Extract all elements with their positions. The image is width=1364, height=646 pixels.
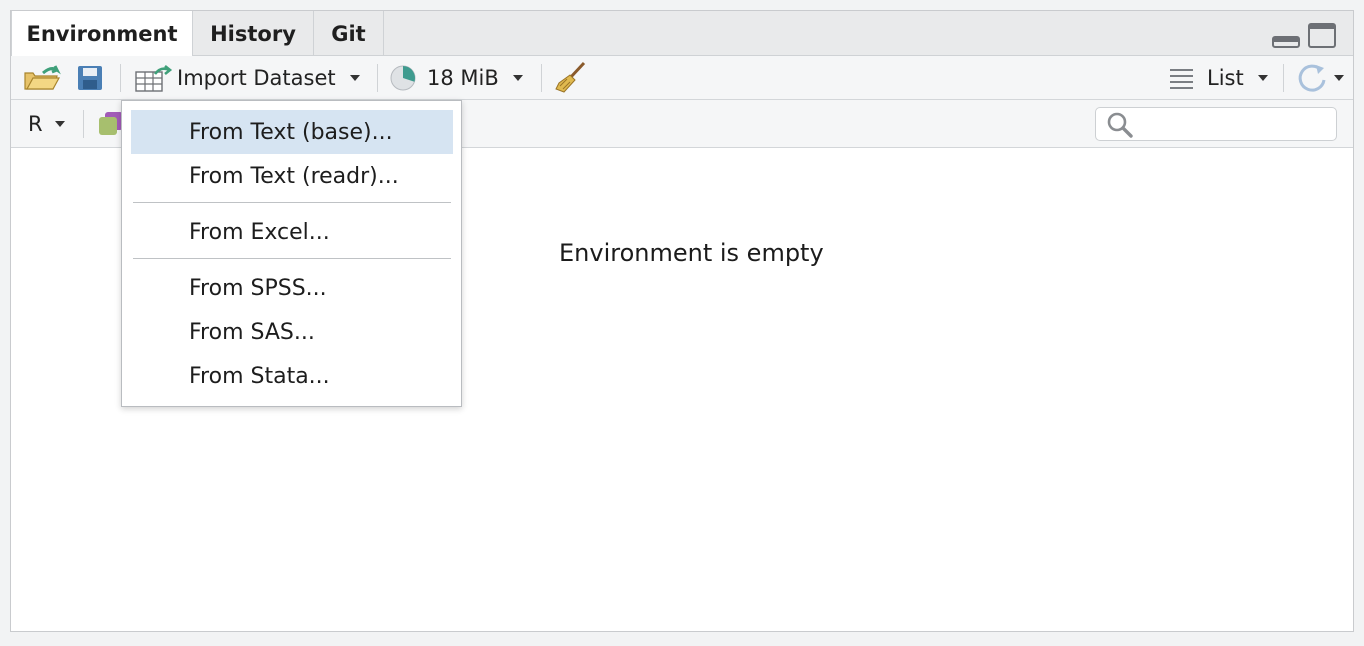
save-icon bbox=[78, 66, 102, 90]
import-dataset-menu: From Text (base)... From Text (readr)...… bbox=[121, 100, 462, 407]
minimize-pane-button[interactable] bbox=[1272, 23, 1300, 53]
tab-git[interactable]: Git bbox=[314, 11, 384, 56]
toolbar-separator bbox=[1283, 64, 1284, 92]
menu-item-from-spss[interactable]: From SPSS... bbox=[131, 266, 453, 310]
chevron-down-icon bbox=[1334, 75, 1344, 81]
import-dataset-label: Import Dataset bbox=[177, 66, 336, 90]
menu-item-label: From SPSS... bbox=[189, 275, 327, 301]
toolbar-separator bbox=[377, 64, 378, 92]
tab-bar: Environment History Git bbox=[11, 11, 1353, 57]
toolbar-separator bbox=[83, 110, 84, 138]
search-text-field[interactable] bbox=[1136, 112, 1330, 138]
tab-environment[interactable]: Environment bbox=[11, 11, 193, 57]
save-workspace-button[interactable] bbox=[77, 65, 103, 91]
refresh-icon bbox=[1298, 64, 1326, 92]
maximize-pane-button[interactable] bbox=[1308, 23, 1336, 53]
menu-item-from-stata[interactable]: From Stata... bbox=[131, 354, 453, 398]
load-workspace-button[interactable] bbox=[23, 64, 63, 92]
memory-pie-icon bbox=[390, 65, 416, 91]
menu-item-label: From Text (base)... bbox=[189, 119, 393, 145]
clear-workspace-button[interactable] bbox=[554, 61, 588, 95]
memory-usage-label: 18 MiB bbox=[427, 66, 499, 90]
menu-item-from-text-base[interactable]: From Text (base)... bbox=[131, 110, 453, 154]
environment-toolbar: Import Dataset 18 MiB List bbox=[11, 56, 1353, 100]
minimize-icon bbox=[1272, 36, 1300, 48]
chevron-down-icon bbox=[1257, 75, 1268, 81]
menu-item-label: From Text (readr)... bbox=[189, 163, 399, 189]
import-dataset-button[interactable]: Import Dataset bbox=[135, 63, 360, 93]
menu-separator bbox=[133, 258, 451, 259]
language-label: R bbox=[28, 112, 43, 136]
broom-icon bbox=[555, 61, 586, 93]
view-mode-label: List bbox=[1207, 66, 1244, 90]
menu-item-from-text-readr[interactable]: From Text (readr)... bbox=[131, 154, 453, 198]
toolbar-separator bbox=[541, 64, 542, 92]
search-icon bbox=[1107, 112, 1133, 138]
maximize-icon bbox=[1308, 23, 1336, 48]
chevron-down-icon bbox=[54, 121, 65, 127]
tab-git-label: Git bbox=[331, 21, 366, 46]
tab-history-label: History bbox=[210, 21, 296, 46]
refresh-button[interactable] bbox=[1296, 61, 1344, 95]
language-dropdown[interactable]: R bbox=[28, 109, 65, 139]
menu-item-label: From SAS... bbox=[189, 319, 315, 345]
chevron-down-icon bbox=[512, 75, 523, 81]
tab-environment-label: Environment bbox=[26, 21, 178, 46]
tab-history[interactable]: History bbox=[193, 11, 314, 56]
menu-item-label: From Stata... bbox=[189, 363, 330, 389]
view-mode-dropdown[interactable]: List bbox=[1169, 63, 1268, 93]
list-icon bbox=[1170, 69, 1193, 89]
chevron-down-icon bbox=[349, 75, 360, 81]
menu-item-from-excel[interactable]: From Excel... bbox=[131, 210, 453, 254]
environment-empty-message: Environment is empty bbox=[559, 239, 824, 267]
menu-separator bbox=[133, 202, 451, 203]
open-folder-icon bbox=[24, 65, 61, 90]
memory-usage-button[interactable]: 18 MiB bbox=[390, 64, 523, 92]
menu-item-label: From Excel... bbox=[189, 219, 330, 245]
toolbar-separator bbox=[120, 64, 121, 92]
menu-item-from-sas[interactable]: From SAS... bbox=[131, 310, 453, 354]
search-input[interactable] bbox=[1095, 107, 1337, 141]
import-table-icon bbox=[135, 64, 173, 92]
